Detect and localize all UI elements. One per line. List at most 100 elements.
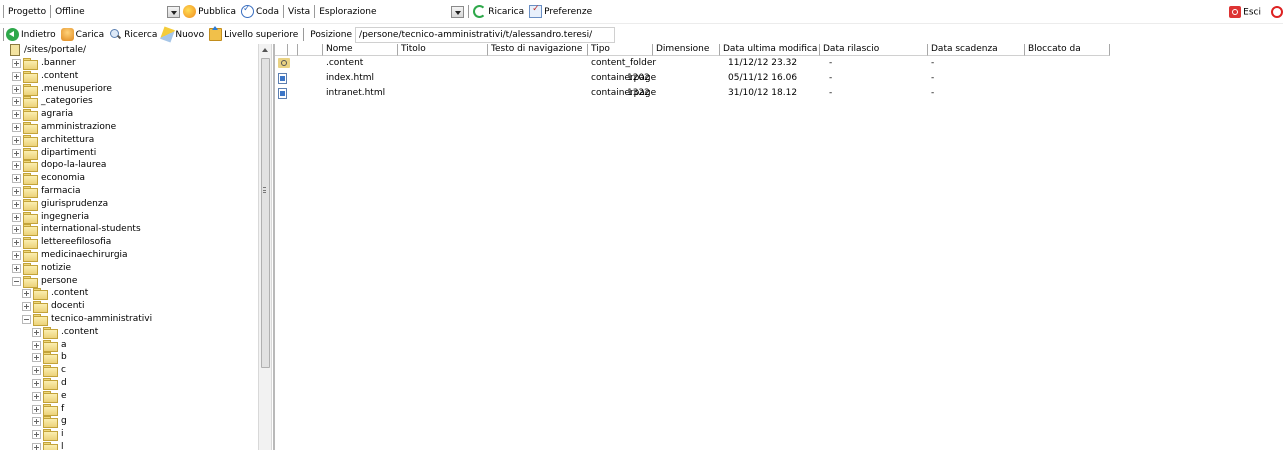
tree-item[interactable]: amministrazione	[12, 121, 116, 134]
scrollbar-thumb[interactable]	[261, 58, 270, 368]
column-header[interactable]: Data rilascio	[820, 44, 928, 56]
column-header[interactable]: Nome	[323, 44, 398, 56]
expand-icon[interactable]	[12, 199, 21, 209]
project-dropdown-button[interactable]	[167, 5, 181, 18]
help-icon[interactable]	[1271, 5, 1283, 18]
tree-item[interactable]: i	[32, 428, 64, 441]
expand-icon[interactable]	[32, 416, 41, 426]
file-row[interactable]: .content content_folder 11/12/12 23.32- -	[275, 56, 1283, 70]
tree-item[interactable]: g	[32, 415, 67, 428]
publish-button[interactable]: Pubblica	[183, 5, 236, 18]
tree-item[interactable]: medicinaechirurgia	[12, 249, 128, 262]
column-header[interactable]: Titolo	[398, 44, 488, 56]
tree-item[interactable]: f	[32, 403, 64, 416]
tree-item[interactable]: d	[32, 377, 67, 390]
tree-item[interactable]: docenti	[22, 300, 84, 313]
tree-item[interactable]: notizie	[12, 262, 71, 275]
expand-icon[interactable]	[32, 327, 41, 337]
tree-scrollbar[interactable]	[258, 44, 272, 450]
position-input[interactable]: /persone/tecnico-amministrativi/t/alessa…	[355, 26, 616, 43]
parent-folder-button[interactable]: Livello superiore	[209, 26, 298, 41]
tree-item[interactable]: agraria	[12, 108, 73, 121]
expand-icon[interactable]	[12, 250, 21, 260]
tree-item[interactable]: ingegneria	[12, 211, 89, 224]
tree-item[interactable]: giurisprudenza	[12, 198, 108, 211]
search-button[interactable]: Ricerca	[109, 28, 157, 41]
tree-item[interactable]: e	[32, 390, 67, 403]
expand-icon[interactable]	[32, 352, 41, 362]
expand-icon[interactable]	[12, 212, 21, 222]
expand-icon[interactable]	[12, 71, 21, 81]
exit-button[interactable]: Esci	[1229, 5, 1261, 18]
queue-button[interactable]: Coda	[240, 4, 279, 18]
tree-item[interactable]: a	[32, 339, 67, 352]
expand-icon[interactable]	[12, 224, 21, 234]
column-header-blank[interactable]	[298, 44, 323, 56]
tree-item[interactable]: .banner	[12, 57, 76, 70]
expand-icon[interactable]	[12, 186, 21, 196]
expand-icon[interactable]	[12, 237, 21, 247]
tree-item[interactable]: b	[32, 351, 67, 364]
expand-icon[interactable]	[32, 442, 41, 450]
tree-item[interactable]: architettura	[12, 134, 94, 147]
column-header[interactable]: Tipo	[588, 44, 653, 56]
expand-icon[interactable]	[32, 365, 41, 375]
expand-icon[interactable]	[12, 148, 21, 158]
expand-icon[interactable]	[12, 160, 21, 170]
folder-link-icon[interactable]	[278, 58, 290, 68]
page-icon[interactable]	[278, 73, 287, 84]
view-dropdown-button[interactable]	[451, 5, 465, 18]
column-header[interactable]: Bloccato da	[1025, 44, 1110, 56]
tree-item[interactable]: _categories	[12, 95, 93, 108]
tree-item[interactable]: c	[32, 364, 66, 377]
back-button[interactable]: Indietro	[6, 28, 56, 41]
column-header-blank[interactable]	[275, 44, 288, 56]
tree-item[interactable]: .content	[22, 287, 88, 300]
column-header-blank[interactable]	[288, 44, 298, 56]
tree-item[interactable]: economia	[12, 172, 85, 185]
expand-icon[interactable]	[12, 58, 21, 68]
expand-icon[interactable]	[12, 135, 21, 145]
expand-icon[interactable]	[12, 173, 21, 183]
upload-button[interactable]: Carica	[60, 28, 104, 41]
expand-icon[interactable]	[32, 404, 41, 414]
tree-item[interactable]: lettereefilosofia	[12, 236, 111, 249]
expand-icon[interactable]	[32, 429, 41, 439]
expand-icon[interactable]	[22, 301, 31, 311]
expand-icon[interactable]	[12, 263, 21, 273]
new-button[interactable]: Nuovo	[160, 26, 204, 43]
file-row[interactable]: index.html containerpage 1202 05/11/12 16.0…	[275, 71, 1283, 85]
column-header[interactable]: Data scadenza	[928, 44, 1025, 56]
tree-item[interactable]: .content	[32, 326, 98, 339]
collapse-icon[interactable]	[22, 314, 31, 324]
expand-icon[interactable]	[12, 122, 21, 132]
tree-item[interactable]: .content	[12, 70, 78, 83]
tree-item[interactable]: dipartimenti	[12, 147, 96, 160]
reload-button[interactable]: Ricarica	[473, 5, 524, 18]
expand-icon[interactable]	[12, 96, 21, 106]
tree-item[interactable]: persone	[12, 275, 77, 288]
expand-icon[interactable]	[32, 391, 41, 401]
tree-root[interactable]: /sites/portale/	[10, 44, 86, 56]
tree-item[interactable]: farmacia	[12, 185, 80, 198]
tree-item[interactable]: tecnico-amministrativi	[22, 313, 152, 326]
project-select[interactable]: Offline	[55, 7, 167, 17]
collapse-icon[interactable]	[12, 276, 21, 286]
tree-item[interactable]: international-students	[12, 223, 141, 236]
column-header[interactable]: Testo di navigazione	[488, 44, 588, 56]
expand-icon[interactable]	[12, 84, 21, 94]
tree-item[interactable]: dopo-la-laurea	[12, 159, 106, 172]
expand-icon[interactable]	[32, 340, 41, 350]
page-icon[interactable]	[278, 88, 287, 99]
file-row[interactable]: intranet.html containerpage 1322 31/10/12 1…	[275, 86, 1283, 100]
tree-item[interactable]: .menusuperiore	[12, 83, 112, 96]
column-header[interactable]: Data ultima modifica	[720, 44, 820, 56]
expand-icon[interactable]	[32, 378, 41, 388]
view-select[interactable]: Esplorazione	[319, 7, 451, 17]
preferences-button[interactable]: Preferenze	[529, 4, 592, 18]
expand-icon[interactable]	[22, 288, 31, 298]
expand-icon[interactable]	[12, 109, 21, 119]
column-header[interactable]: Dimensione	[653, 44, 720, 56]
tree-item[interactable]: l	[32, 441, 64, 450]
scroll-up-arrow-icon[interactable]	[262, 48, 268, 52]
